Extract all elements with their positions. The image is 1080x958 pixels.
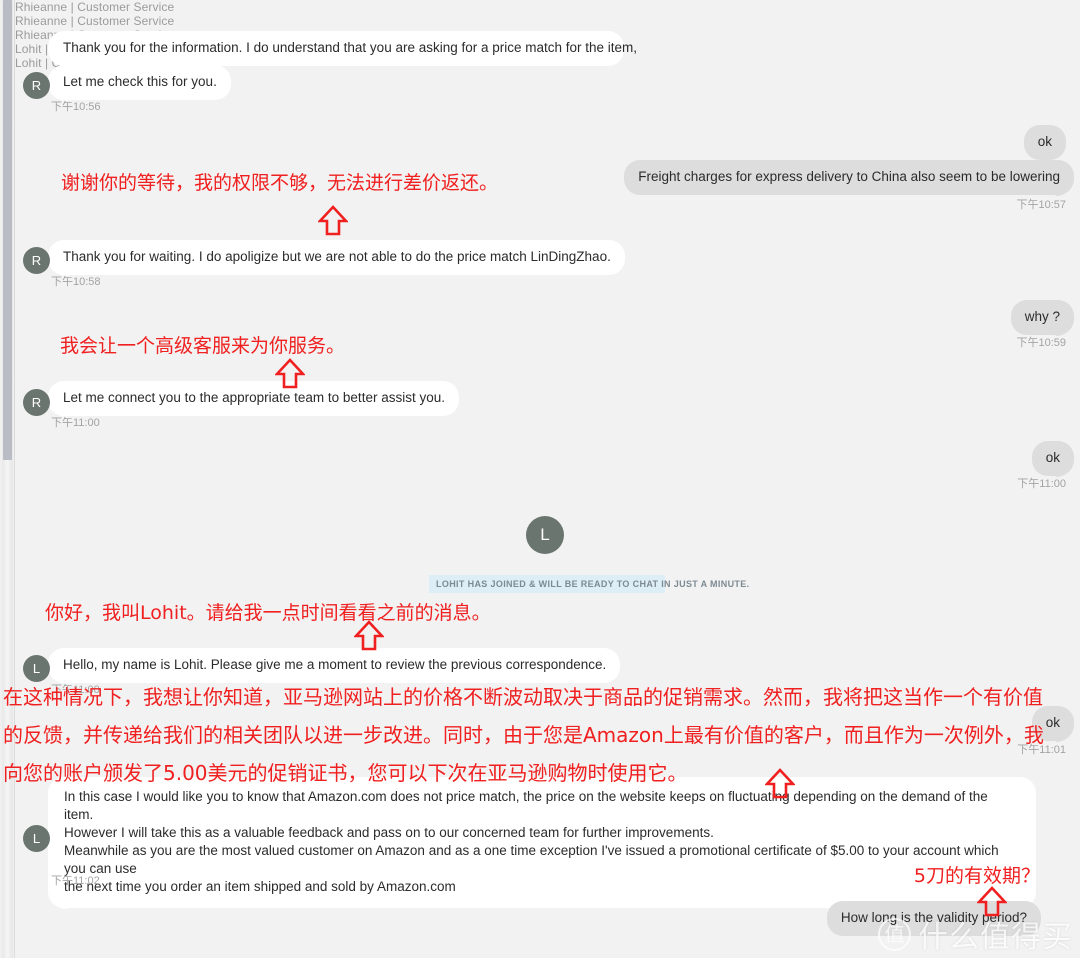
message-timestamp: 下午10:59	[1016, 337, 1066, 349]
message-bubble-incoming[interactable]: In this case I would like you to know th…	[48, 777, 1036, 908]
avatar-rhieanne: R	[23, 247, 50, 274]
watermark: 值 什么值得买	[878, 912, 1073, 956]
message-timestamp: 下午10:56	[51, 101, 101, 113]
message-bubble-outgoing[interactable]: Freight charges for express delivery to …	[624, 160, 1074, 195]
avatar-rhieanne: R	[23, 72, 50, 99]
message-bubble-incoming[interactable]: Let me connect you to the appropriate te…	[48, 381, 459, 416]
up-arrow-icon	[275, 358, 305, 389]
system-join-banner: LOHIT HAS JOINED & WILL BE READY TO CHAT…	[429, 575, 749, 593]
message-bubble-incoming[interactable]: Thank you for waiting. I do apoligize bu…	[48, 240, 625, 275]
avatar-lohit: L	[526, 516, 564, 554]
message-timestamp: 下午11:00	[51, 417, 100, 429]
message-timestamp: 下午11:02	[51, 875, 100, 887]
message-timestamp: 下午11:00	[1017, 478, 1066, 490]
message-sender-name: Rhieanne | Customer Service	[15, 0, 175, 14]
message-line: In this case I would like you to know th…	[64, 789, 988, 822]
up-arrow-icon	[354, 620, 384, 651]
message-sender-name: Rhieanne | Customer Service	[15, 14, 175, 28]
annotation-translation: 在这种情况下，我想让你知道，亚马逊网站上的价格不断波动取决于商品的促销需求。然而…	[3, 685, 1044, 785]
message-bubble-outgoing[interactable]: ok	[1023, 125, 1066, 160]
message-timestamp: 下午10:57	[1016, 199, 1066, 211]
up-arrow-icon	[318, 205, 348, 236]
message-line: the next time you order an item shipped …	[64, 879, 456, 894]
message-bubble-outgoing[interactable]: ok	[1031, 441, 1074, 476]
watermark-text: 什么值得买	[918, 920, 1073, 955]
watermark-logo-icon: 值	[878, 917, 911, 951]
avatar-rhieanne: R	[23, 389, 50, 416]
scrollbar-thumb[interactable]	[3, 0, 12, 460]
avatar-lohit: L	[23, 825, 50, 852]
annotation-translation: 你好，我叫Lohit。请给我一点时间看看之前的消息。	[45, 602, 491, 624]
annotation-translation: 谢谢你的等待，我的权限不够，无法进行差价返还。	[61, 172, 499, 194]
message-line: Meanwhile as you are the most valued cus…	[64, 843, 999, 876]
message-line: However I will take this as a valuable f…	[64, 825, 714, 840]
up-arrow-icon	[765, 768, 795, 799]
message-bubble-outgoing[interactable]: why ?	[1010, 300, 1074, 335]
annotation-translation: 我会让一个高级客服来为你服务。	[60, 335, 346, 357]
chat-transcript: Rhieanne | Customer Service Thank you fo…	[3, 0, 1080, 958]
message-bubble-incoming[interactable]: Thank you for the information. I do unde…	[48, 31, 637, 66]
message-bubble-incoming[interactable]: Let me check this for you.	[48, 65, 231, 100]
message-timestamp: 下午10:58	[51, 276, 101, 288]
vertical-scrollbar[interactable]	[0, 0, 15, 958]
